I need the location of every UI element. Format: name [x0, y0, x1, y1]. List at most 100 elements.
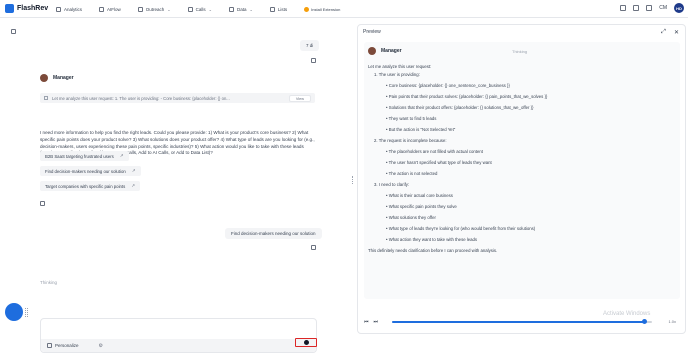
line-text: What is their actual core business	[388, 193, 453, 198]
nav-item-outreach[interactable]: Outreach ⌄	[137, 6, 171, 12]
install-extension-label: Install Extension	[311, 6, 341, 12]
suggestion-chip[interactable]: Find decision-makers needing our solutio…	[40, 166, 141, 176]
manager-avatar	[40, 74, 48, 82]
preview-panel: Preview ⤢ ✕ Manager Thinking Let me anal…	[357, 24, 686, 334]
assistant-fab-button[interactable]	[5, 303, 23, 321]
panel-resize-handle[interactable]	[352, 176, 355, 184]
manager-header: Manager	[40, 74, 74, 82]
bullet-item: • What action they want to take with the…	[386, 237, 477, 242]
notification-icon[interactable]	[620, 5, 627, 11]
view-analysis-button[interactable]: View	[288, 95, 311, 102]
arrow-up-right-icon: ↗	[119, 153, 124, 158]
nav-item-data[interactable]: Data ⌄	[229, 6, 253, 12]
nav-label: Calls	[195, 6, 206, 12]
analysis-summary-text: Let me analyze this user request: 1. The…	[52, 95, 230, 101]
skip-back-icon[interactable]: ⏮	[364, 319, 369, 325]
suggestion-label: Target companies with specific pain poin…	[45, 183, 126, 189]
manager-name: Manager	[381, 48, 402, 54]
main-nav: Analytics AIFlow Outreach ⌄ Calls ⌄ Data ⌄ Lists…	[56, 0, 340, 18]
personalize-button[interactable]: Personalize	[47, 343, 79, 348]
line-text: What action they want to take with these…	[388, 237, 478, 242]
preview-title: Preview	[363, 29, 381, 35]
bullet-item: • What type of leads they're looking for…	[386, 226, 535, 231]
line-text: This definitely needs clarification befo…	[368, 248, 498, 253]
bullet-item: • The action is not selected	[386, 171, 437, 176]
close-icon[interactable]: ✕	[674, 29, 679, 36]
reasoning-line: 3. I need to clarify:	[374, 182, 409, 187]
bullet-item: • They want to find 5 leads	[386, 116, 436, 121]
copy-icon[interactable]	[311, 245, 316, 250]
line-text: Let me analyze this user request:	[368, 64, 432, 69]
personalize-icon	[47, 343, 52, 348]
preview-controls: ⤢ ✕	[661, 29, 679, 36]
line-text: They want to find 5 leads	[388, 116, 437, 121]
analysis-icon	[44, 96, 48, 100]
line-text: But the action is "Not Selected Yet"	[388, 127, 456, 132]
reasoning-line: Let me analyze this user request:	[368, 64, 431, 69]
chevron-down-icon: ⌄	[249, 6, 253, 12]
user-message: 7 di	[300, 40, 320, 51]
line-text: The user hasn't specified what type of l…	[388, 160, 492, 165]
analytics-icon	[56, 6, 61, 12]
suggestion-chip[interactable]: Target companies with specific pain poin…	[40, 181, 141, 191]
chevron-down-icon: ⌄	[208, 6, 213, 12]
skip-forward-icon[interactable]: ⏭	[374, 319, 379, 325]
nav-label: Data	[237, 6, 247, 12]
extension-icon	[304, 6, 310, 12]
arrow-up-right-icon: ↗	[131, 168, 136, 173]
nav-item-analytics[interactable]: Analytics	[56, 6, 83, 12]
line-text: 2. The request is incomplete because:	[374, 138, 447, 143]
preview-content: Manager Thinking Let me analyze this use…	[364, 42, 680, 299]
playback-knob[interactable]	[641, 319, 647, 324]
copy-icon[interactable]	[40, 201, 45, 206]
copy-icon[interactable]	[311, 58, 316, 63]
analysis-summary-bar[interactable]: Let me analyze this user request: 1. The…	[40, 93, 315, 103]
outreach-icon	[137, 6, 143, 12]
bullet-item: • What specific pain points they solve	[386, 204, 457, 209]
sidebar-toggle-icon[interactable]	[11, 29, 16, 34]
line-text: Pain points that their product solves: {…	[388, 94, 548, 99]
manager-name: Manager	[53, 75, 74, 81]
playback-speed[interactable]: 1.0x	[668, 319, 676, 324]
nav-item-aiflow[interactable]: AIFlow	[99, 6, 121, 12]
brand-name: FlashRev	[17, 5, 49, 12]
install-extension-button[interactable]: Install Extension	[304, 6, 341, 12]
bullet-item: • What solutions they offer	[386, 215, 436, 220]
bullet-item: • But the action is "Not Selected Yet"	[386, 127, 455, 132]
line-text: What type of leads they're looking for (…	[388, 226, 536, 231]
nav-label: Analytics	[64, 6, 83, 12]
bullet-item: • What is their actual core business	[386, 193, 453, 198]
user-avatar[interactable]: HD	[674, 3, 684, 13]
help-icon[interactable]	[633, 5, 640, 11]
playback-progress-track[interactable]	[392, 319, 652, 324]
inbox-icon[interactable]	[646, 5, 653, 11]
drag-handle-icon[interactable]	[25, 308, 28, 317]
user-message: Find decision-makers needing our solutio…	[225, 228, 322, 239]
line-text: 3. I need to clarify:	[374, 182, 410, 187]
suggestion-chip[interactable]: B2B SaaS targeting frustrated users ↗	[40, 151, 129, 161]
flashrev-logo-icon	[5, 4, 14, 13]
brand-logo[interactable]: FlashRev	[5, 4, 48, 13]
playback-progress-fill	[392, 321, 645, 323]
nav-item-lists[interactable]: Lists	[269, 6, 287, 12]
cm-label[interactable]: CM	[659, 5, 667, 11]
data-icon	[229, 6, 235, 12]
reasoning-line: 2. The request is incomplete because:	[374, 138, 447, 143]
stop-button[interactable]	[295, 338, 317, 347]
settings-icon[interactable]: ⚙	[99, 343, 103, 349]
chevron-down-icon: ⌄	[167, 6, 171, 12]
top-navigation-bar: FlashRev Analytics AIFlow Outreach ⌄ Calls ⌄ D…	[0, 0, 688, 18]
nav-label: AIFlow	[107, 6, 121, 12]
calls-icon	[187, 6, 193, 12]
bullet-item: • Solutions that their product offers: {…	[386, 105, 534, 110]
expand-icon[interactable]: ⤢	[661, 29, 666, 36]
nav-item-calls[interactable]: Calls ⌄	[187, 6, 213, 12]
message-composer[interactable]: Personalize ⚙	[40, 318, 317, 353]
line-text: Solutions that their product offers: {pl…	[388, 105, 534, 110]
top-right-toolbar: CM HD	[620, 3, 684, 13]
reasoning-line: 1. The user is providing:	[374, 72, 420, 77]
bullet-item: • The user hasn't specified what type of…	[386, 160, 492, 165]
suggestion-label: B2B SaaS targeting frustrated users	[45, 153, 114, 159]
nav-label: Outreach	[145, 6, 165, 12]
line-text: Core business: {placeholder: {} one_sent…	[388, 83, 510, 88]
